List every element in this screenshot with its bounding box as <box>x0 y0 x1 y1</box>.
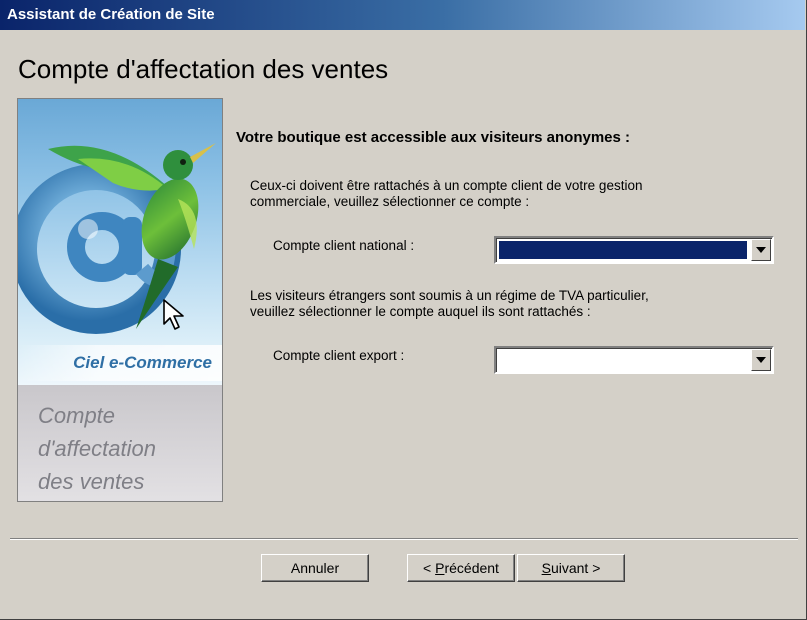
next-button-label: Suivant > <box>541 560 601 576</box>
side-panel-caption: Compte d'affectation des ventes <box>38 399 218 498</box>
national-account-label: Compte client national : <box>273 238 415 253</box>
footer-separator <box>10 538 798 540</box>
chevron-down-icon <box>756 247 766 253</box>
window-title: Assistant de Création de Site <box>7 6 215 23</box>
wizard-window: Assistant de Création de Site Compte d'a… <box>0 0 807 620</box>
mouse-pointer-icon <box>163 299 184 330</box>
export-account-dropdown-button[interactable] <box>751 349 771 371</box>
cancel-button-label: Annuler <box>290 560 340 576</box>
cancel-button[interactable]: Annuler <box>261 554 369 582</box>
description-line: Les visiteurs étrangers sont soumis à un… <box>250 288 649 303</box>
brand-name: Ciel e-Commerce <box>18 345 222 381</box>
export-account-select[interactable] <box>494 346 774 374</box>
national-account-select[interactable] <box>494 236 774 264</box>
export-account-label: Compte client export : <box>273 348 405 363</box>
previous-button[interactable]: < Précédent <box>407 554 515 582</box>
side-panel: Ciel e-Commerce Compte d'affectation des… <box>17 98 223 502</box>
caption-line: Compte <box>38 403 116 428</box>
page-title: Compte d'affectation des ventes <box>18 54 389 84</box>
description-line: Ceux-ci doivent être rattachés à un comp… <box>250 178 643 193</box>
export-account-description: Les visiteurs étrangers sont soumis à un… <box>250 288 770 320</box>
export-account-value <box>499 351 747 369</box>
national-account-description: Ceux-ci doivent être rattachés à un comp… <box>250 178 770 210</box>
description-line: commerciale, veuillez sélectionner ce co… <box>250 194 530 209</box>
description-line: veuillez sélectionner le compte auquel i… <box>250 304 591 319</box>
chevron-down-icon <box>756 357 766 363</box>
previous-button-label: < Précédent <box>423 560 499 576</box>
section-title: Votre boutique est accessible aux visite… <box>236 129 631 146</box>
side-panel-illustration: Ciel e-Commerce <box>18 99 222 385</box>
ecommerce-illustration <box>18 143 216 334</box>
national-account-value <box>499 241 747 259</box>
next-button[interactable]: Suivant > <box>517 554 625 582</box>
caption-line: des ventes <box>38 469 145 494</box>
caption-line: d'affectation <box>38 436 156 461</box>
national-account-dropdown-button[interactable] <box>751 239 771 261</box>
title-bar: Assistant de Création de Site <box>0 0 805 30</box>
